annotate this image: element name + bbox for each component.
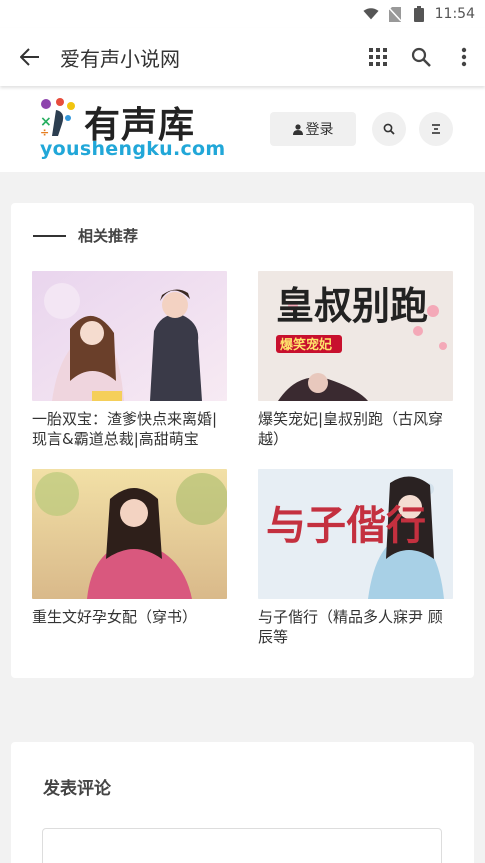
cover-title-text: 与子偕行	[266, 502, 426, 549]
book-cover[interactable]: 与子偕行	[258, 469, 453, 599]
status-time: 11:54	[434, 6, 475, 22]
login-label: 登录	[305, 122, 334, 138]
recommend-title: 相关推荐	[33, 225, 138, 246]
book-cover[interactable]: 皇叔别跑 爆笑宠妃	[258, 271, 453, 401]
book-title[interactable]: 重生文好孕女配（穿书）	[32, 607, 227, 627]
book-item[interactable]: 与子偕行 与子偕行（精品多人寐尹 顾辰等	[258, 469, 453, 647]
comment-title: 发表评论	[43, 779, 111, 799]
book-title[interactable]: 爆笑宠妃|皇叔别跑（古风穿越）	[258, 409, 453, 449]
cover-title-text: 皇叔别跑	[276, 283, 428, 328]
book-cover[interactable]	[32, 469, 227, 599]
book-item[interactable]: 重生文好孕女配（穿书）	[32, 469, 227, 627]
battery-icon	[411, 6, 427, 22]
book-item[interactable]: 一胎双宝：渣爹快点来离婚|现言&霸道总裁|高甜萌宝	[32, 271, 227, 449]
svg-text:÷: ÷	[40, 126, 49, 136]
logo-domain: youshengku.com	[40, 138, 226, 160]
grid-apps-icon[interactable]	[356, 28, 399, 86]
wifi-icon	[363, 7, 379, 21]
logo-mark-icon: × ÷	[40, 98, 75, 136]
site-search-button[interactable]	[372, 112, 406, 146]
user-icon	[292, 123, 303, 135]
book-item[interactable]: 皇叔别跑 爆笑宠妃 爆笑宠妃|皇叔别跑（古风穿越）	[258, 271, 453, 449]
book-title[interactable]: 与子偕行（精品多人寐尹 顾辰等	[258, 607, 453, 647]
book-cover[interactable]	[32, 271, 227, 401]
menu-icon	[432, 124, 440, 134]
no-sim-icon	[387, 6, 403, 22]
login-button[interactable]: 登录	[270, 112, 356, 146]
status-bar: 11:54	[0, 0, 485, 28]
search-icon	[383, 123, 395, 135]
site-header: × ÷ 有声库 youshengku.com 登录	[0, 86, 485, 172]
search-icon[interactable]	[399, 28, 442, 86]
comment-card: 发表评论	[11, 742, 474, 863]
comment-input[interactable]	[42, 828, 442, 863]
app-title: 爱有声小说网	[60, 46, 180, 71]
book-title[interactable]: 一胎双宝：渣爹快点来离婚|现言&霸道总裁|高甜萌宝	[32, 409, 227, 449]
app-bar: 爱有声小说网	[0, 28, 485, 86]
cover-badge-text: 爆笑宠妃	[280, 337, 332, 353]
site-logo[interactable]: × ÷ 有声库 youshengku.com	[38, 94, 225, 164]
recommend-card: 相关推荐 一胎双宝：渣爹快点来离婚|现言&霸道总裁|高甜萌宝 皇叔别跑 爆笑宠妃…	[11, 203, 474, 678]
recommend-title-text: 相关推荐	[78, 227, 139, 245]
more-vert-icon[interactable]	[442, 28, 485, 86]
back-arrow-icon[interactable]	[0, 28, 60, 86]
site-menu-button[interactable]	[419, 112, 453, 146]
title-dash	[33, 234, 66, 237]
